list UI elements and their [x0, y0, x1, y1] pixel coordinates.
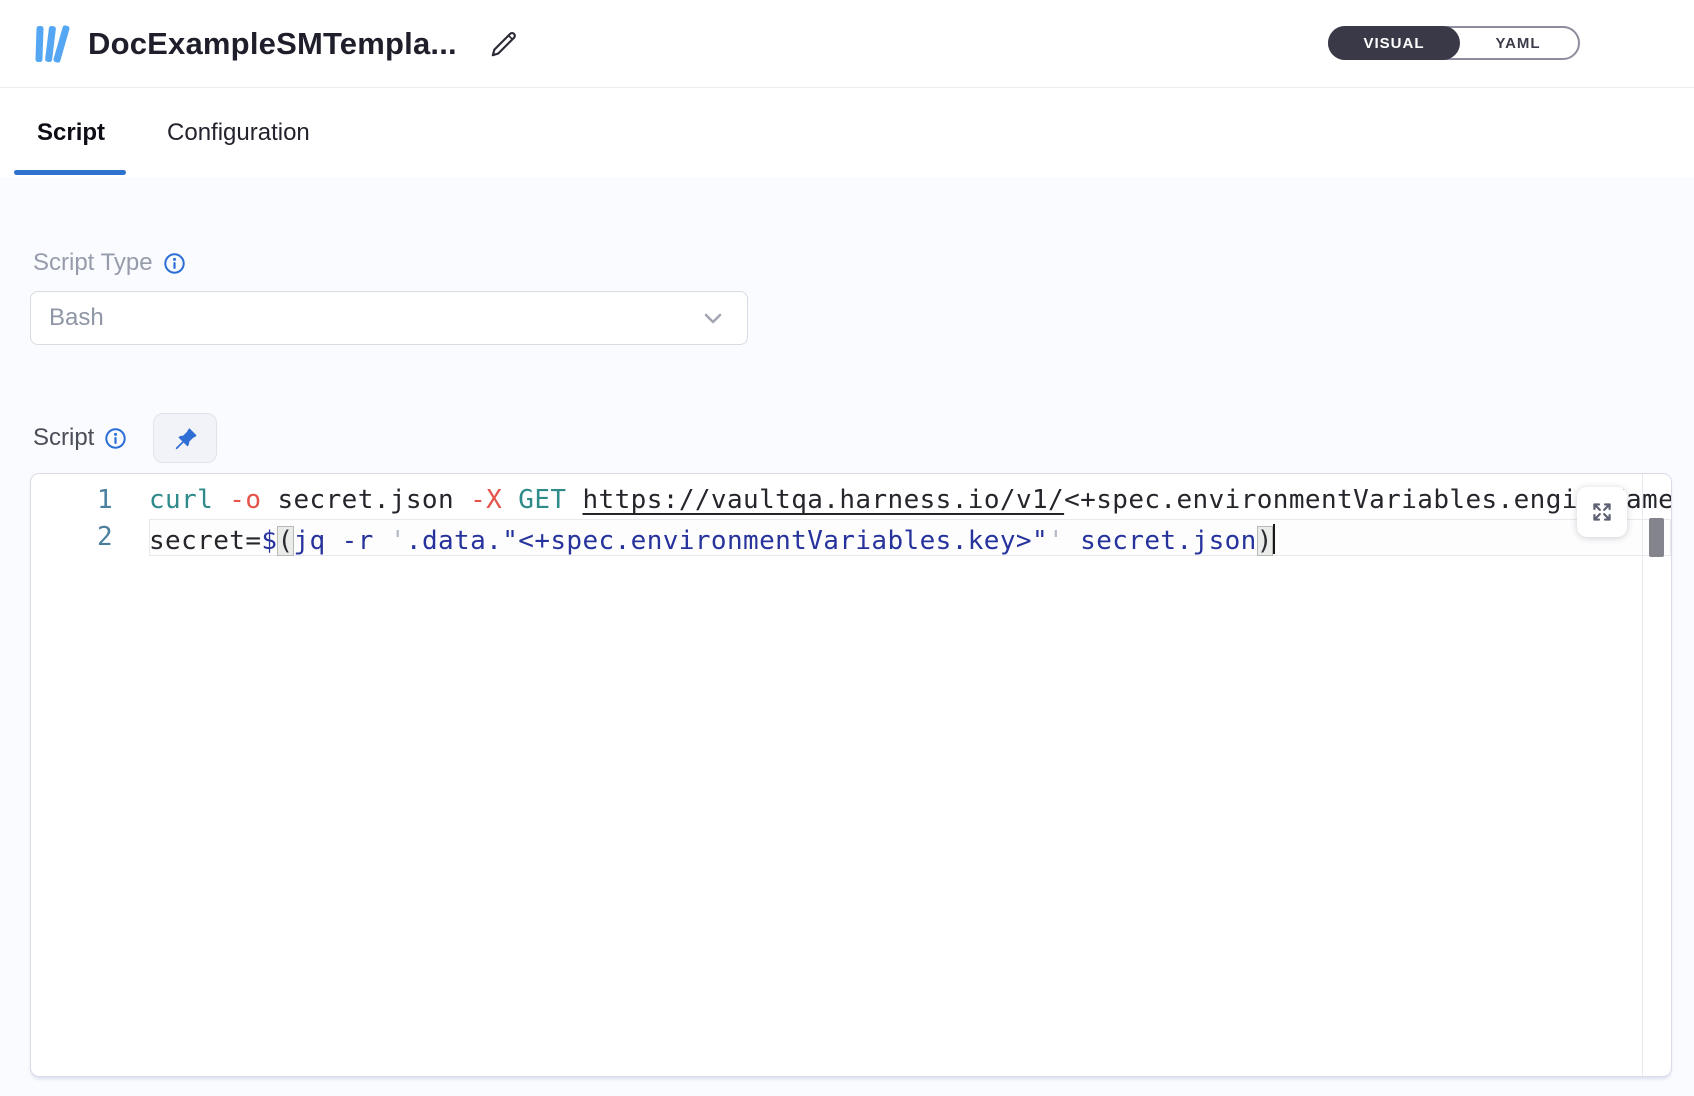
page-title: DocExampleSMTempla... — [88, 26, 457, 62]
chevron-down-icon — [701, 306, 725, 330]
code-token — [566, 485, 582, 515]
content-area: Script Type Bash Script 1 curl -o secret.… — [0, 177, 1694, 1096]
toggle-yaml[interactable]: YAML — [1458, 28, 1578, 58]
code-token: $ — [261, 526, 277, 556]
expand-arrows-icon — [1589, 499, 1615, 525]
code-token: -o — [229, 485, 261, 515]
info-icon[interactable] — [104, 427, 127, 450]
code-line-content: secret=$(jq -r '.data."<+spec.environmen… — [149, 519, 1671, 556]
templates-library-icon — [33, 23, 73, 65]
script-label: Script — [33, 424, 94, 452]
code-token: jq -r — [294, 526, 390, 556]
info-icon[interactable] — [163, 252, 186, 275]
code-token: -X — [470, 485, 502, 515]
code-token: curl — [149, 485, 213, 515]
tab-configuration[interactable]: Configuration — [167, 119, 310, 147]
code-token: ) — [1257, 526, 1273, 556]
code-token: GET — [518, 485, 566, 515]
code-token: https://vaultqa.harness.io/v1/ — [583, 485, 1065, 515]
code-token: secret.json — [261, 485, 470, 515]
code-token: .data."<+spec.environmentVariables.key>" — [406, 526, 1048, 556]
expand-editor-button[interactable] — [1577, 487, 1627, 537]
header: DocExampleSMTempla... VISUAL YAML — [0, 0, 1694, 88]
active-tab-underline — [14, 170, 126, 175]
code-token: secret= — [149, 526, 261, 556]
code-token: secret.json — [1064, 526, 1257, 556]
code-token — [213, 485, 229, 515]
text-caret — [1273, 524, 1275, 554]
code-token: ' — [390, 526, 406, 556]
editor-scrollbar-track — [1642, 474, 1671, 1076]
code-token: ( — [277, 526, 293, 556]
pin-button[interactable] — [153, 413, 217, 463]
edit-title-button[interactable] — [485, 25, 523, 63]
line-number: 1 — [31, 482, 113, 519]
view-mode-toggle: VISUAL YAML — [1328, 26, 1580, 60]
tab-bar: Script Configuration — [0, 88, 1694, 177]
code-token: ' — [1048, 526, 1064, 556]
pencil-icon — [488, 28, 520, 60]
script-type-select[interactable]: Bash — [30, 291, 748, 345]
script-code-editor[interactable]: 1 curl -o secret.json -X GET https://vaul… — [30, 473, 1672, 1077]
script-type-label-row: Script Type — [33, 248, 186, 278]
code-token — [502, 485, 518, 515]
script-type-label: Script Type — [33, 249, 153, 277]
line-number: 2 — [31, 519, 113, 556]
code-line-content: curl -o secret.json -X GET https://vault… — [149, 482, 1671, 519]
toggle-visual[interactable]: VISUAL — [1328, 26, 1460, 60]
script-type-value: Bash — [49, 304, 701, 332]
editor-scrollbar-thumb[interactable] — [1649, 518, 1664, 557]
pin-icon — [172, 425, 199, 452]
code-line[interactable]: 1 curl -o secret.json -X GET https://vaul… — [31, 482, 1671, 519]
tab-script[interactable]: Script — [37, 119, 105, 147]
code-line[interactable]: 2 secret=$(jq -r '.data."<+spec.environme… — [31, 519, 1671, 556]
code-lines: 1 curl -o secret.json -X GET https://vaul… — [31, 474, 1671, 556]
script-label-row: Script — [33, 413, 217, 463]
